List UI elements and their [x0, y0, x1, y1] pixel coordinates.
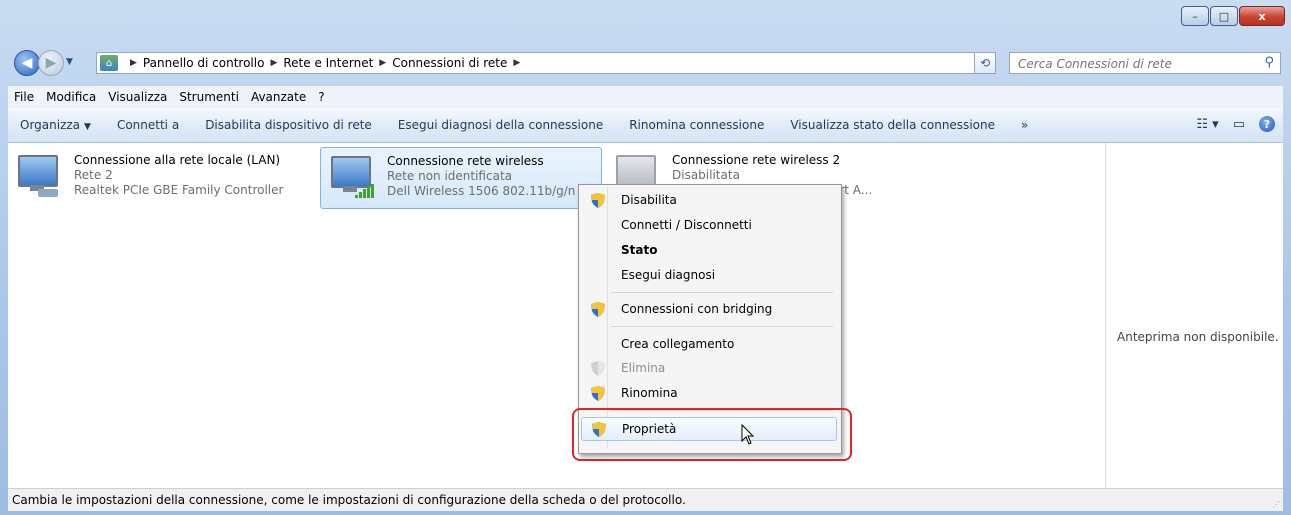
- search-input[interactable]: [1016, 54, 1260, 74]
- menu-bar: File Modifica Visualizza Strumenti Avanz…: [8, 86, 1283, 109]
- chevron-right-icon[interactable]: ▶: [270, 58, 277, 68]
- network-lan-icon: [12, 151, 66, 203]
- menu-item-label: Elimina: [621, 361, 666, 375]
- preview-pane-text: Anteprima non disponibile.: [1117, 330, 1279, 344]
- connection-item-wireless[interactable]: Connessione rete wireless Rete non ident…: [320, 147, 602, 209]
- menu-item-label: Rinomina: [621, 386, 678, 400]
- status-bar: Cambia le impostazioni della connessione…: [8, 488, 1283, 511]
- connection-item-lan[interactable]: Connessione alla rete locale (LAN) Rete …: [8, 147, 308, 209]
- resize-grip-icon[interactable]: ⋰: [1272, 500, 1280, 509]
- address-bar[interactable]: ⌂ ▶ Pannello di controllo ▶ Rete e Inter…: [96, 52, 994, 74]
- back-button[interactable]: ◀: [14, 50, 40, 76]
- menu-item-label: Esegui diagnosi: [621, 268, 716, 282]
- rename-connection-button[interactable]: Rinomina connessione: [617, 118, 778, 132]
- command-bar: Organizza ▼ Connetti a Disabilita disposi…: [8, 108, 1283, 143]
- minimize-button[interactable]: –: [1181, 6, 1209, 26]
- mouse-cursor-icon: [741, 423, 755, 449]
- breadcrumb-control-panel[interactable]: Pannello di controllo: [143, 56, 265, 70]
- connection-network: Rete non identificata: [387, 169, 512, 183]
- uac-shield-icon: [591, 361, 605, 376]
- preview-pane-icon[interactable]: ▭: [1233, 117, 1245, 132]
- menu-help[interactable]: ?: [312, 90, 330, 104]
- close-button[interactable]: x: [1239, 6, 1285, 26]
- help-icon[interactable]: ?: [1259, 116, 1275, 132]
- menu-item-connect-disconnect[interactable]: Connetti / Disconnetti: [581, 214, 837, 236]
- menu-item-rename[interactable]: Rinomina: [581, 382, 837, 404]
- menu-item-bridge-connections[interactable]: Connessioni con bridging: [581, 298, 837, 320]
- view-status-button[interactable]: Visualizza stato della connessione: [778, 118, 1009, 132]
- menu-file[interactable]: File: [8, 90, 40, 104]
- uac-shield-icon: [591, 302, 605, 317]
- connection-name: Connessione rete wireless: [387, 154, 544, 168]
- forward-button[interactable]: ▶: [38, 50, 64, 76]
- recent-pages-dropdown[interactable]: ▼: [66, 57, 73, 67]
- connection-adapter: Dell Wireless 1506 802.11b/g/n (2: [387, 184, 592, 198]
- connection-network: Rete 2: [74, 168, 113, 182]
- uac-shield-icon: [591, 386, 605, 401]
- menu-item-label: Connessioni con bridging: [621, 302, 773, 316]
- connection-name: Connessione rete wireless 2: [672, 153, 841, 167]
- menu-item-disable[interactable]: Disabilita: [581, 189, 837, 211]
- arrow-left-icon: ◀: [21, 55, 33, 71]
- refresh-button[interactable]: ⟲: [974, 52, 996, 74]
- menu-item-delete: Elimina: [581, 357, 837, 379]
- organize-label: Organizza: [20, 118, 81, 132]
- search-icon[interactable]: ⚲: [1264, 55, 1274, 70]
- menu-item-create-shortcut[interactable]: Crea collegamento: [581, 333, 837, 355]
- menu-item-label: Stato: [621, 243, 658, 257]
- menu-item-label: Connetti / Disconnetti: [621, 218, 752, 232]
- connection-adapter: Realtek PCIe GBE Family Controller: [74, 183, 284, 197]
- breadcrumb-network-connections[interactable]: Connessioni di rete: [392, 56, 507, 70]
- organize-button[interactable]: Organizza ▼: [8, 118, 105, 132]
- title-bar[interactable]: – □ x: [0, 0, 1291, 40]
- connection-network: Disabilitata: [672, 168, 740, 182]
- chevron-right-icon[interactable]: ▶: [513, 58, 520, 68]
- menu-advanced[interactable]: Avanzate: [245, 90, 312, 104]
- menu-item-label: Crea collegamento: [621, 337, 735, 351]
- menu-view[interactable]: Visualizza: [102, 90, 173, 104]
- menu-edit[interactable]: Modifica: [40, 90, 102, 104]
- connect-to-button[interactable]: Connetti a: [105, 118, 193, 132]
- menu-item-diagnose[interactable]: Esegui diagnosi: [581, 264, 837, 286]
- view-controls: ☷ ▾ ▭ ?: [1182, 116, 1275, 132]
- navigation-bar: ◀ ▶ ▼ ⌂ ▶ Pannello di controllo ▶ Rete e…: [0, 40, 1291, 86]
- arrow-right-icon: ▶: [45, 55, 57, 71]
- menu-separator: [611, 326, 833, 327]
- diagnose-connection-button[interactable]: Esegui diagnosi della connessione: [386, 118, 617, 132]
- maximize-button[interactable]: □: [1210, 6, 1238, 26]
- explorer-window: – □ x ◀ ▶ ▼ ⌂ ▶ Pannello di controllo ▶ …: [0, 0, 1291, 515]
- refresh-icon: ⟲: [979, 56, 991, 70]
- menu-tools[interactable]: Strumenti: [173, 90, 245, 104]
- disable-device-button[interactable]: Disabilita dispositivo di rete: [193, 118, 386, 132]
- change-view-icon[interactable]: ☷ ▾: [1196, 117, 1218, 132]
- search-box[interactable]: ⚲: [1009, 52, 1281, 74]
- breadcrumb-network-internet[interactable]: Rete e Internet: [283, 56, 373, 70]
- more-commands-button[interactable]: »: [1009, 118, 1042, 132]
- connection-name: Connessione alla rete locale (LAN): [74, 153, 281, 167]
- annotation-highlight-box: [572, 408, 852, 461]
- network-wireless-icon: [325, 152, 379, 204]
- preview-pane-divider[interactable]: [1105, 143, 1106, 488]
- menu-separator: [611, 292, 833, 293]
- uac-shield-icon: [591, 193, 605, 208]
- menu-item-status[interactable]: Stato: [581, 239, 837, 261]
- chevron-down-icon: ▼: [84, 122, 91, 132]
- control-panel-icon: ⌂: [100, 55, 118, 71]
- caption-buttons: – □ x: [1180, 6, 1285, 26]
- chevron-right-icon[interactable]: ▶: [379, 58, 386, 68]
- status-text: Cambia le impostazioni della connessione…: [12, 493, 686, 507]
- chevron-right-icon[interactable]: ▶: [130, 58, 137, 68]
- menu-item-label: Disabilita: [621, 193, 677, 207]
